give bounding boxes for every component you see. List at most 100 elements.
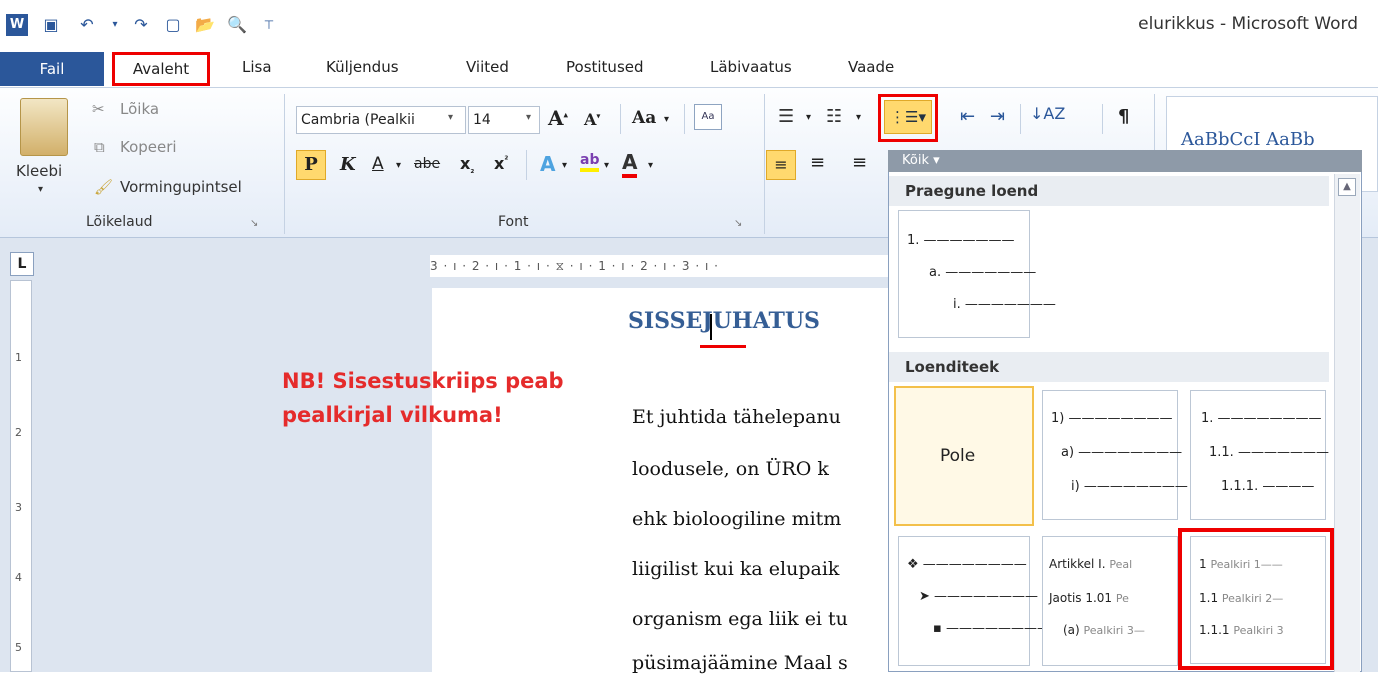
group-separator xyxy=(1020,104,1021,134)
superscript-button[interactable]: x² xyxy=(494,154,508,173)
tab-insert[interactable]: Lisa xyxy=(242,58,272,76)
list-level-line: 1. ——————— xyxy=(907,233,1015,248)
list-level-label: (a) xyxy=(1063,623,1080,637)
new-document-icon[interactable]: ▢ xyxy=(162,14,184,36)
list-style-tile-article[interactable]: Artikkel I. Peal Jaotis 1.01 Pe (a) Peal… xyxy=(1042,536,1178,666)
word-logo-icon[interactable]: W xyxy=(6,14,28,36)
multilevel-list-button[interactable]: ⋮☰▾ xyxy=(884,100,932,134)
numbering-icon[interactable]: ☷ xyxy=(826,106,842,127)
print-preview-icon[interactable]: 🔍 xyxy=(226,14,248,36)
dropdown-scrollbar[interactable]: ▲ xyxy=(1334,174,1360,672)
copy-button[interactable]: Kopeeri xyxy=(120,138,177,156)
underline-dropdown-icon[interactable]: ▾ xyxy=(396,160,401,171)
list-level-line: i) ———————— xyxy=(1071,479,1188,494)
tab-home[interactable]: Avaleht xyxy=(112,52,210,86)
cut-button[interactable]: Lõika xyxy=(120,100,159,118)
undo-icon[interactable]: ↶ xyxy=(76,14,98,36)
group-separator xyxy=(284,94,285,234)
format-painter-button[interactable]: Vormingupintsel xyxy=(120,178,242,196)
show-formatting-icon[interactable]: ¶ xyxy=(1118,106,1129,127)
clear-formatting-icon[interactable]: Aa xyxy=(694,104,722,130)
ruler-mark: 3 xyxy=(15,501,22,514)
font-launcher-icon[interactable]: ↘ xyxy=(734,218,742,229)
bold-button[interactable]: P xyxy=(296,150,326,180)
save-icon[interactable]: ▣ xyxy=(40,14,62,36)
paste-icon[interactable] xyxy=(20,98,68,156)
document-heading[interactable]: SISSEJUHATUS xyxy=(628,308,820,334)
align-center-icon[interactable]: ≡ xyxy=(810,152,825,173)
list-style-tile-headings[interactable]: 1 Pealkiri 1—— 1.1 Pealkiri 2— 1.1.1 Pea… xyxy=(1190,536,1326,664)
font-name-field[interactable]: Cambria (Pealkii xyxy=(296,106,466,134)
list-level-line: 1.1.1. ———— xyxy=(1221,479,1315,494)
tab-review[interactable]: Läbivaatus xyxy=(710,58,792,76)
list-style-none-tile[interactable]: Pole xyxy=(894,386,1034,526)
italic-button[interactable]: K xyxy=(340,154,356,175)
list-level-line: 1) ———————— xyxy=(1051,411,1173,426)
underline-button[interactable]: A xyxy=(372,154,384,174)
undo-dropdown-icon[interactable]: ▾ xyxy=(104,14,126,36)
vertical-ruler[interactable]: 1 2 3 4 5 xyxy=(10,280,32,672)
font-name-dropdown-icon[interactable]: ▾ xyxy=(448,112,453,123)
strikethrough-button[interactable]: abe xyxy=(414,156,440,172)
document-line[interactable]: ehk bioloogiline mitm xyxy=(632,508,841,530)
filter-header[interactable]: Kõik ▾ xyxy=(888,150,1362,172)
cut-icon[interactable]: ✂ xyxy=(92,100,105,118)
font-color-dropdown-icon[interactable]: ▾ xyxy=(648,160,653,171)
clipboard-launcher-icon[interactable]: ↘ xyxy=(250,218,258,229)
change-case-dropdown-icon[interactable]: ▾ xyxy=(664,114,669,125)
document-line[interactable]: loodusele, on ÜRO k xyxy=(632,458,829,480)
scroll-up-icon[interactable]: ▲ xyxy=(1338,178,1356,196)
align-right-icon[interactable]: ≡ xyxy=(852,152,867,173)
paste-dropdown-icon[interactable]: ▾ xyxy=(38,184,43,195)
align-left-button[interactable]: ≡ xyxy=(766,150,796,180)
tab-layout[interactable]: Küljendus xyxy=(326,58,399,76)
ruler-mark: 2 xyxy=(15,426,22,439)
tab-view[interactable]: Vaade xyxy=(848,58,894,76)
list-level-line: 1. ———————— xyxy=(1201,411,1322,426)
ruler-mark: 1 xyxy=(15,351,22,364)
redo-icon[interactable]: ↷ xyxy=(130,14,152,36)
format-painter-icon[interactable]: 🖌 xyxy=(94,178,113,196)
highlight-dropdown-icon[interactable]: ▾ xyxy=(604,160,609,171)
current-list-section-header: Praegune loend xyxy=(889,176,1329,206)
tab-file[interactable]: Fail xyxy=(0,52,104,86)
horizontal-ruler[interactable]: 3 · ı · 2 · ı · 1 · ı · ⧖ · ı · 1 · ı · … xyxy=(430,255,910,277)
grow-font-icon[interactable]: A▴ xyxy=(548,106,568,130)
decrease-indent-icon[interactable]: ⇤ xyxy=(960,106,975,127)
tab-selector-button[interactable]: L xyxy=(10,252,34,276)
document-line[interactable]: püsimajäämine Maal s xyxy=(632,652,848,674)
list-level-line: a) ———————— xyxy=(1061,445,1183,460)
text-effects-icon[interactable]: A xyxy=(540,152,555,176)
font-color-icon[interactable]: A xyxy=(622,150,638,178)
ruler-mark: 5 xyxy=(15,641,22,654)
customize-toolbar-icon[interactable]: ⊤ xyxy=(258,14,280,36)
document-line[interactable]: liigilist kui ka elupaik xyxy=(632,558,839,580)
copy-icon[interactable]: ⧉ xyxy=(94,138,105,156)
list-style-tile-bullets[interactable]: ❖ ———————— ➤ ———————— ▪ ———————— xyxy=(898,536,1050,666)
numbering-dropdown-icon[interactable]: ▾ xyxy=(856,112,861,123)
text-effects-dropdown-icon[interactable]: ▾ xyxy=(562,160,567,171)
bullets-dropdown-icon[interactable]: ▾ xyxy=(806,112,811,123)
font-size-dropdown-icon[interactable]: ▾ xyxy=(526,112,531,123)
sort-icon[interactable]: ↓AZ xyxy=(1030,104,1065,123)
current-list-tile[interactable]: 1. ——————— a. ——————— i. ——————— xyxy=(898,210,1056,338)
tab-mailings[interactable]: Postitused xyxy=(566,58,644,76)
list-style-tile-paren[interactable]: 1) ———————— a) ———————— i) ———————— xyxy=(1042,390,1188,520)
shrink-font-icon[interactable]: A▾ xyxy=(584,110,600,129)
tab-references[interactable]: Viited xyxy=(466,58,509,76)
change-case-button[interactable]: Aa xyxy=(632,108,656,128)
paste-button[interactable]: Kleebi xyxy=(16,162,62,180)
list-level-heading: Pe xyxy=(1115,592,1129,605)
subscript-button[interactable]: x₂ xyxy=(460,154,474,176)
increase-indent-icon[interactable]: ⇥ xyxy=(990,106,1005,127)
document-line[interactable]: Et juhtida tähelepanu xyxy=(632,406,841,428)
document-line[interactable]: organism ega liik ei tu xyxy=(632,608,848,630)
list-style-tile-decimal[interactable]: 1. ———————— 1.1. ——————— 1.1.1. ———— xyxy=(1190,390,1329,520)
group-separator xyxy=(684,104,685,134)
bullets-icon[interactable]: ☰ xyxy=(778,106,794,127)
open-folder-icon[interactable]: 📂 xyxy=(194,14,216,36)
cursor-underline-marker xyxy=(700,345,746,348)
styles-preview[interactable]: AaBbCcI AaBb xyxy=(1181,129,1315,150)
highlight-color-icon[interactable]: ab xyxy=(580,152,600,172)
text-cursor xyxy=(710,314,712,340)
